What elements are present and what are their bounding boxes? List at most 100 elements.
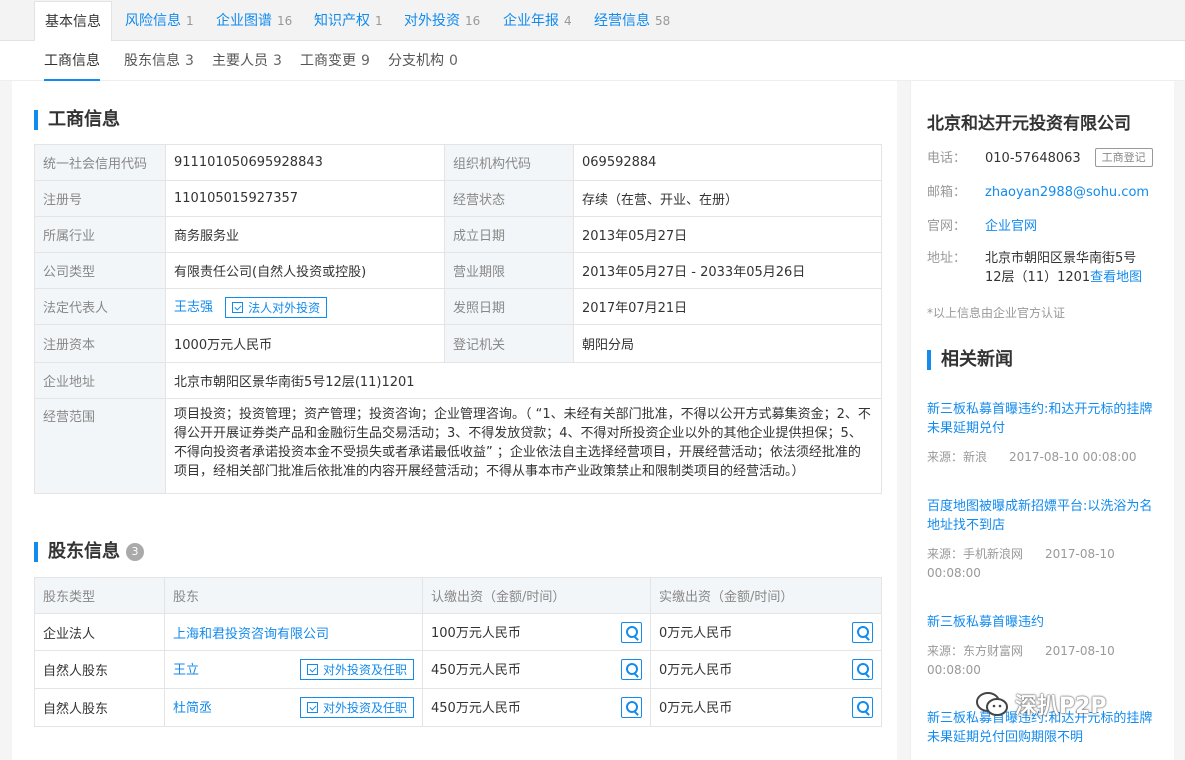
external-link-icon <box>232 301 244 313</box>
address-label: 企业地址 <box>34 362 166 399</box>
address-value: 北京市朝阳区景华南街5号12层(11)1201 <box>165 362 882 399</box>
tab-basic-info[interactable]: 基本信息 <box>34 1 112 42</box>
status-value: 存续（在营、开业、在册） <box>573 180 882 217</box>
main-content: 工商信息 统一社会信用代码 911101050695928843 组织机构代码 … <box>12 81 897 760</box>
table-row: 自然人股东 杜简丞 对外投资及任职 450万元人民币 0万元人民币 <box>34 688 882 727</box>
capital-label: 注册资本 <box>34 324 166 363</box>
tab-label: 企业年报 <box>503 13 559 29</box>
website-link[interactable]: 企业官网 <box>985 219 1037 234</box>
holder-link[interactable]: 上海和君投资咨询有限公司 <box>173 627 329 642</box>
website-row: 官网： 企业官网 <box>927 215 1037 234</box>
email-link[interactable]: zhaoyan2988@sohu.com <box>985 185 1149 200</box>
subtab-branches[interactable]: 分支机构 0 <box>388 41 458 81</box>
tab-count: 4 <box>564 14 572 28</box>
news-meta: 来源：手机新浪网 2017-08-10 00:08:00 <box>927 545 1167 583</box>
wechat-logo-icon <box>976 692 1008 716</box>
email-row: 邮箱： zhaoyan2988@sohu.com <box>927 181 1149 200</box>
holder-link[interactable]: 王立 <box>173 663 199 678</box>
paid-amount: 0万元人民币 <box>659 663 733 678</box>
tab-operations[interactable]: 经营信息 58 <box>594 1 670 41</box>
table-row: 企业法人 上海和君投资咨询有限公司 100万元人民币 0万元人民币 <box>34 613 882 651</box>
col-header-paid: 实缴出资（金额/时间） <box>650 577 882 614</box>
news-title-link[interactable]: 百度地图被曝成新招嫖平台:以洗浴为名 地址找不到店 <box>927 497 1163 535</box>
subtab-label: 主要人员 <box>212 53 268 69</box>
reg-no-value: 110105015927357 <box>165 180 445 217</box>
search-icon[interactable] <box>852 659 873 680</box>
tab-risk-info[interactable]: 风险信息 1 <box>125 1 194 41</box>
tab-annual-reports[interactable]: 企业年报 4 <box>503 1 572 41</box>
subtab-count: 0 <box>449 53 458 69</box>
search-icon[interactable] <box>621 621 642 643</box>
news-source: 来源：手机新浪网 <box>927 547 1024 561</box>
term-label: 营业期限 <box>444 252 574 289</box>
paid-amount: 0万元人民币 <box>659 701 733 716</box>
tab-company-graph[interactable]: 企业图谱 16 <box>216 1 292 41</box>
license-date-value: 2017年07月21日 <box>573 288 882 325</box>
table-row: 自然人股东 王立 对外投资及任职 450万元人民币 0万元人民币 <box>34 650 882 689</box>
paid-cell: 0万元人民币 <box>650 650 882 689</box>
subscribed-cell: 450万元人民币 <box>422 688 651 727</box>
holder-link[interactable]: 杜简丞 <box>173 701 212 716</box>
holder-investment-button[interactable]: 对外投资及任职 <box>299 697 414 718</box>
section-title-business: 工商信息 <box>34 109 120 131</box>
news-meta: 来源：东方财富网 2017-08-10 00:08:00 <box>927 642 1167 680</box>
col-header-type: 股东类型 <box>34 577 165 614</box>
search-icon[interactable] <box>621 659 642 680</box>
subscribed-amount: 450万元人民币 <box>431 663 521 678</box>
section-title-shareholders: 股东信息 3 <box>34 541 144 563</box>
reg-no-label: 注册号 <box>34 180 166 217</box>
col-header-subscribed: 认缴出资（金额/时间） <box>422 577 651 614</box>
credit-code-value: 911101050695928843 <box>165 144 445 181</box>
subtab-shareholders[interactable]: 股东信息 3 <box>124 41 194 81</box>
subtab-changes[interactable]: 工商变更 9 <box>300 41 370 81</box>
tab-ip[interactable]: 知识产权 1 <box>314 1 383 41</box>
tab-label: 企业图谱 <box>216 13 272 29</box>
license-date-label: 发照日期 <box>444 288 574 325</box>
legal-rep-label: 法定代表人 <box>34 288 166 325</box>
org-code-value: 069592884 <box>573 144 882 181</box>
legal-investment-label: 法人对外投资 <box>248 300 321 315</box>
tab-label: 经营信息 <box>594 13 650 29</box>
legal-rep-link[interactable]: 王志强 <box>174 300 213 315</box>
holder-cell: 上海和君投资咨询有限公司 <box>164 613 423 651</box>
subtab-business-info[interactable]: 工商信息 <box>44 41 100 81</box>
tab-label: 基本信息 <box>45 14 101 30</box>
website-label: 官网： <box>927 219 967 234</box>
tab-label: 知识产权 <box>314 13 370 29</box>
founded-label: 成立日期 <box>444 216 574 253</box>
scope-label: 经营范围 <box>34 398 166 494</box>
subtab-label: 工商变更 <box>300 53 356 69</box>
company-name: 北京和达开元投资有限公司 <box>927 114 1131 134</box>
external-link-icon <box>306 702 318 713</box>
top-tab-bar: 基本信息 风险信息 1 企业图谱 16 知识产权 1 对外投资 16 企业年报 4 经营信… <box>0 0 1185 42</box>
status-label: 经营状态 <box>444 180 574 217</box>
holder-cell: 杜简丞 对外投资及任职 <box>164 688 423 727</box>
section-title-news: 相关新闻 <box>927 349 1013 371</box>
business-registration-button[interactable]: 工商登记 <box>1094 148 1153 167</box>
news-meta: 来源：新浪 2017-08-10 00:08:00 <box>927 448 1167 467</box>
view-map-link[interactable]: 查看地图 <box>1090 270 1142 285</box>
holder-type: 自然人股东 <box>34 688 165 727</box>
subtab-count: 9 <box>361 53 370 69</box>
search-icon[interactable] <box>621 697 642 718</box>
legal-rep-cell: 王志强 法人对外投资 <box>165 288 445 325</box>
subtab-label: 工商信息 <box>44 53 100 69</box>
subtab-key-people[interactable]: 主要人员 3 <box>212 41 282 81</box>
watermark-text: 深扒P2P <box>1015 694 1107 719</box>
tab-label: 对外投资 <box>404 13 460 29</box>
search-icon[interactable] <box>852 621 873 643</box>
tab-label: 风险信息 <box>125 13 181 29</box>
search-icon[interactable] <box>852 697 873 718</box>
legal-investment-button[interactable]: 法人对外投资 <box>225 296 328 318</box>
tab-count: 1 <box>375 14 383 28</box>
tab-investments[interactable]: 对外投资 16 <box>404 1 480 41</box>
holder-cell: 王立 对外投资及任职 <box>164 650 423 689</box>
news-title-link[interactable]: 新三板私募首曝违约:和达开元标的挂牌未果延期兑付 <box>927 400 1163 438</box>
sidebar-address-line2: 12层（11）1201 <box>985 270 1091 285</box>
news-title-link[interactable]: 新三板私募首曝违约 <box>927 613 1163 632</box>
holder-type: 企业法人 <box>34 613 165 651</box>
holder-investment-button[interactable]: 对外投资及任职 <box>299 659 414 680</box>
news-time: 2017-08-10 00:08:00 <box>1009 450 1137 464</box>
subtab-count: 3 <box>273 53 282 69</box>
phone-value: 010-57648063 <box>985 151 1081 166</box>
